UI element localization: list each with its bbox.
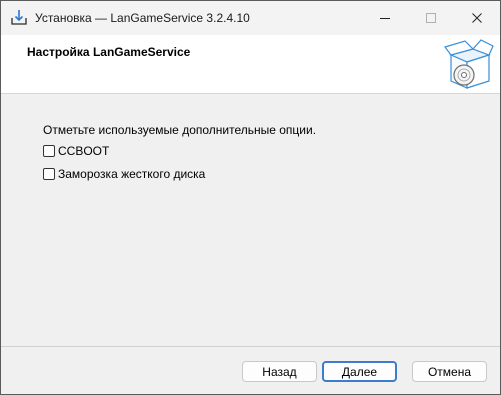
title-bar[interactable]: Установка — LanGameService 3.2.4.10 [1, 1, 500, 35]
installer-app-icon [10, 9, 28, 27]
option-label: Заморозка жесткого диска [58, 167, 206, 181]
wizard-content: Отметьте используемые дополнительные опц… [1, 94, 500, 345]
maximize-button[interactable] [408, 1, 454, 35]
window-title: Установка — LanGameService 3.2.4.10 [35, 11, 250, 25]
back-button[interactable]: Назад [242, 361, 317, 382]
cancel-button[interactable]: Отмена [412, 361, 487, 382]
installer-box-icon [443, 37, 495, 91]
footer-divider [1, 346, 500, 347]
minimize-button[interactable] [362, 1, 408, 35]
minimize-icon [380, 13, 390, 23]
close-button[interactable] [454, 1, 500, 35]
option-disk-freeze[interactable]: Заморозка жесткого диска [43, 167, 205, 181]
option-ccboot[interactable]: CCBOOT [43, 144, 109, 158]
wizard-header: Настройка LanGameService [1, 35, 500, 94]
instruction-text: Отметьте используемые дополнительные опц… [43, 123, 317, 137]
maximize-icon [426, 13, 436, 23]
close-icon [472, 13, 482, 23]
option-label: CCBOOT [58, 144, 110, 158]
ccboot-checkbox[interactable] [43, 145, 55, 157]
disk-freeze-checkbox[interactable] [43, 168, 55, 180]
page-title: Настройка LanGameService [27, 45, 191, 59]
next-button[interactable]: Далее [322, 361, 397, 382]
installer-window: Установка — LanGameService 3.2.4.10 Наст… [0, 0, 501, 395]
